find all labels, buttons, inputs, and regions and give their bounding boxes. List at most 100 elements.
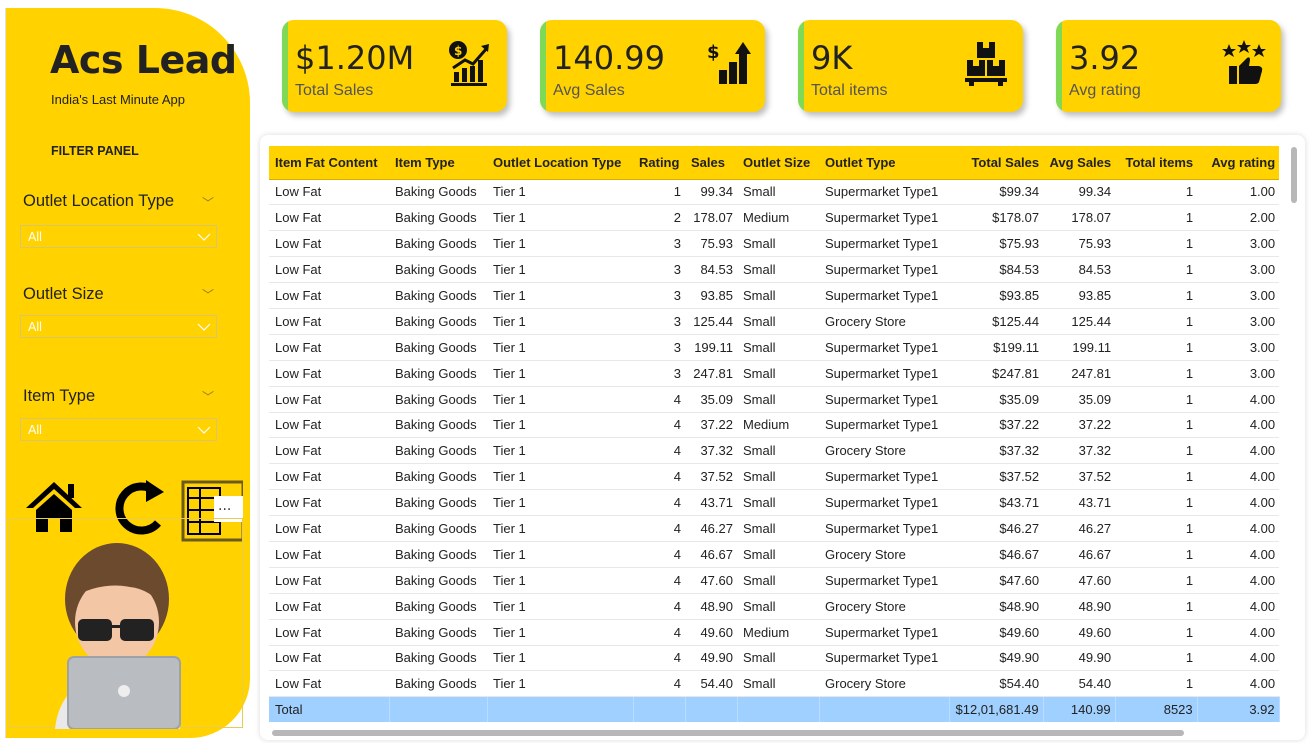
boxes-icon xyxy=(965,42,1007,86)
table-cell: 49.60 xyxy=(1043,619,1116,646)
dropdown-value: All xyxy=(28,230,42,244)
table-cell: 43.71 xyxy=(685,489,737,517)
table-cell: $178.07 xyxy=(949,204,1044,232)
item-type-dropdown[interactable]: All xyxy=(20,418,217,441)
table-cell: Baking Goods xyxy=(389,567,487,594)
table-cell: 4 xyxy=(633,541,685,568)
column-header[interactable]: Outlet Size xyxy=(737,146,819,180)
total-total-sales: $12,01,681.49 xyxy=(949,696,1044,722)
table-cell: 4 xyxy=(633,619,685,646)
table-cell: Tier 1 xyxy=(487,204,633,232)
column-header[interactable]: Item Fat Content xyxy=(269,146,389,180)
table-cell: Baking Goods xyxy=(389,179,487,206)
table-cell: 125.44 xyxy=(685,308,737,335)
table-cell: Supermarket Type1 xyxy=(819,334,949,361)
table-cell: $84.53 xyxy=(949,256,1044,284)
table-cell: 4 xyxy=(633,645,685,672)
table-cell: Supermarket Type1 xyxy=(819,567,949,594)
table-cell: 178.07 xyxy=(1043,204,1116,232)
table-cell: 1 xyxy=(1115,412,1198,439)
table-cell: Small xyxy=(737,463,819,491)
table-row[interactable]: Low Fat Baking Goods Tier 1 3 247.81 Small Sup… xyxy=(269,360,1280,387)
kpi-card-avg-rating[interactable]: 3.92 Avg rating xyxy=(1056,20,1281,112)
table-cell: Low Fat xyxy=(269,230,389,258)
total-avg-rating: 3.92 xyxy=(1197,696,1280,722)
table-row[interactable]: Low Fat Baking Goods Tier 1 4 49.60 Medium Sup… xyxy=(269,619,1280,646)
table-cell: Small xyxy=(737,670,819,698)
table-cell: 199.11 xyxy=(1043,334,1116,361)
table-row[interactable]: Low Fat Baking Goods Tier 1 4 35.09 Small Supe… xyxy=(269,386,1280,413)
table-cell: Tier 1 xyxy=(487,282,633,309)
table-cell: Tier 1 xyxy=(487,179,633,206)
column-header[interactable]: Total Sales xyxy=(949,146,1044,180)
table-cell: 2.00 xyxy=(1197,204,1280,232)
column-header[interactable]: Sales xyxy=(685,146,737,180)
kpi-card-total-sales[interactable]: $1.20M Total Sales $ xyxy=(282,20,507,112)
table-cell: 1 xyxy=(1115,334,1198,361)
table-row[interactable]: Low Fat Baking Goods Tier 1 3 125.44 Small Gro… xyxy=(269,308,1280,335)
table-row[interactable]: Low Fat Baking Goods Tier 1 4 37.22 Medium Sup… xyxy=(269,412,1280,439)
table-cell: 93.85 xyxy=(1043,282,1116,309)
table-row[interactable]: Low Fat Baking Goods Tier 1 3 93.85 Small Supe… xyxy=(269,282,1280,309)
total-empty-cell xyxy=(633,696,686,722)
table-row[interactable]: Low Fat Baking Goods Tier 1 4 46.67 Small Groc… xyxy=(269,541,1280,568)
table-row[interactable]: Low Fat Baking Goods Tier 1 4 43.71 Small Supe… xyxy=(269,489,1280,517)
chevron-down-icon[interactable]: ﹀ xyxy=(202,388,214,405)
kpi-card-total-items[interactable]: 9K Total items xyxy=(798,20,1023,112)
column-header[interactable]: Outlet Type xyxy=(819,146,949,180)
table-cell: 37.22 xyxy=(685,412,737,439)
table-row[interactable]: Low Fat Baking Goods Tier 1 4 54.40 Small Groc… xyxy=(269,670,1280,698)
kpi-value: 9K xyxy=(811,39,853,77)
table-cell: Tier 1 xyxy=(487,541,633,568)
outlet-size-dropdown[interactable]: All xyxy=(20,315,217,338)
table-cell: Tier 1 xyxy=(487,567,633,594)
table-row[interactable]: Low Fat Baking Goods Tier 1 3 199.11 Small Sup… xyxy=(269,334,1280,361)
table-cell: Baking Goods xyxy=(389,645,487,672)
column-header[interactable]: Avg Sales xyxy=(1043,146,1116,180)
table-cell: Low Fat xyxy=(269,645,389,672)
table-cell: 1 xyxy=(1115,282,1198,309)
table-cell: Low Fat xyxy=(269,179,389,206)
svg-text:$: $ xyxy=(707,42,720,63)
sales-table: Item Fat Content Item Type Outlet Location… xyxy=(269,146,1280,722)
table-cell: Small xyxy=(737,515,819,542)
table-row[interactable]: Low Fat Baking Goods Tier 1 2 178.07 Medium Su… xyxy=(269,204,1280,232)
chevron-down-icon[interactable]: ﹀ xyxy=(202,286,214,303)
table-cell: Small xyxy=(737,308,819,335)
column-header[interactable]: Outlet Location Type xyxy=(487,146,633,180)
table-cell: Baking Goods xyxy=(389,463,487,491)
table-row[interactable]: Low Fat Baking Goods Tier 1 4 37.32 Small Groc… xyxy=(269,437,1280,465)
table-cell: Small xyxy=(737,179,819,206)
table-cell: Low Fat xyxy=(269,489,389,517)
column-header[interactable]: Total items xyxy=(1115,146,1198,180)
table-cell: Tier 1 xyxy=(487,334,633,361)
kpi-card-avg-sales[interactable]: 140.99 Avg Sales $ xyxy=(540,20,765,112)
outlet-location-type-dropdown[interactable]: All xyxy=(20,225,217,248)
table-row[interactable]: Low Fat Baking Goods Tier 1 3 84.53 Small Supe… xyxy=(269,256,1280,284)
table-cell: 1 xyxy=(1115,567,1198,594)
table-row[interactable]: Low Fat Baking Goods Tier 1 3 75.93 Small Supe… xyxy=(269,230,1280,258)
dropdown-value: All xyxy=(28,423,42,437)
table-row[interactable]: Low Fat Baking Goods Tier 1 4 46.27 Small Supe… xyxy=(269,515,1280,542)
table-cell: Medium xyxy=(737,412,819,439)
chevron-down-icon[interactable]: ﹀ xyxy=(202,194,214,211)
column-header[interactable]: Rating xyxy=(633,146,685,180)
table-row[interactable]: Low Fat Baking Goods Tier 1 4 48.90 Small Groc… xyxy=(269,593,1280,620)
table-cell: 47.60 xyxy=(685,567,737,594)
table-cell: Baking Goods xyxy=(389,230,487,258)
column-header[interactable]: Item Type xyxy=(389,146,487,180)
table-cell: Low Fat xyxy=(269,541,389,568)
table-cell: 49.60 xyxy=(685,619,737,646)
horizontal-scrollbar[interactable] xyxy=(272,730,1184,736)
column-header[interactable]: Avg rating xyxy=(1197,146,1280,180)
table-cell: 3.00 xyxy=(1197,334,1280,361)
vertical-scrollbar[interactable] xyxy=(1291,147,1297,203)
table-row[interactable]: Low Fat Baking Goods Tier 1 1 99.34 Small Supe… xyxy=(269,179,1280,206)
table-row[interactable]: Low Fat Baking Goods Tier 1 4 47.60 Small Supe… xyxy=(269,567,1280,594)
table-cell: Small xyxy=(737,386,819,413)
table-row[interactable]: Low Fat Baking Goods Tier 1 4 49.90 Small Supe… xyxy=(269,645,1280,672)
table-cell: $49.90 xyxy=(949,645,1044,672)
table-cell: 84.53 xyxy=(1043,256,1116,284)
table-row[interactable]: Low Fat Baking Goods Tier 1 4 37.52 Small Supe… xyxy=(269,463,1280,491)
table-cell: $99.34 xyxy=(949,179,1044,206)
